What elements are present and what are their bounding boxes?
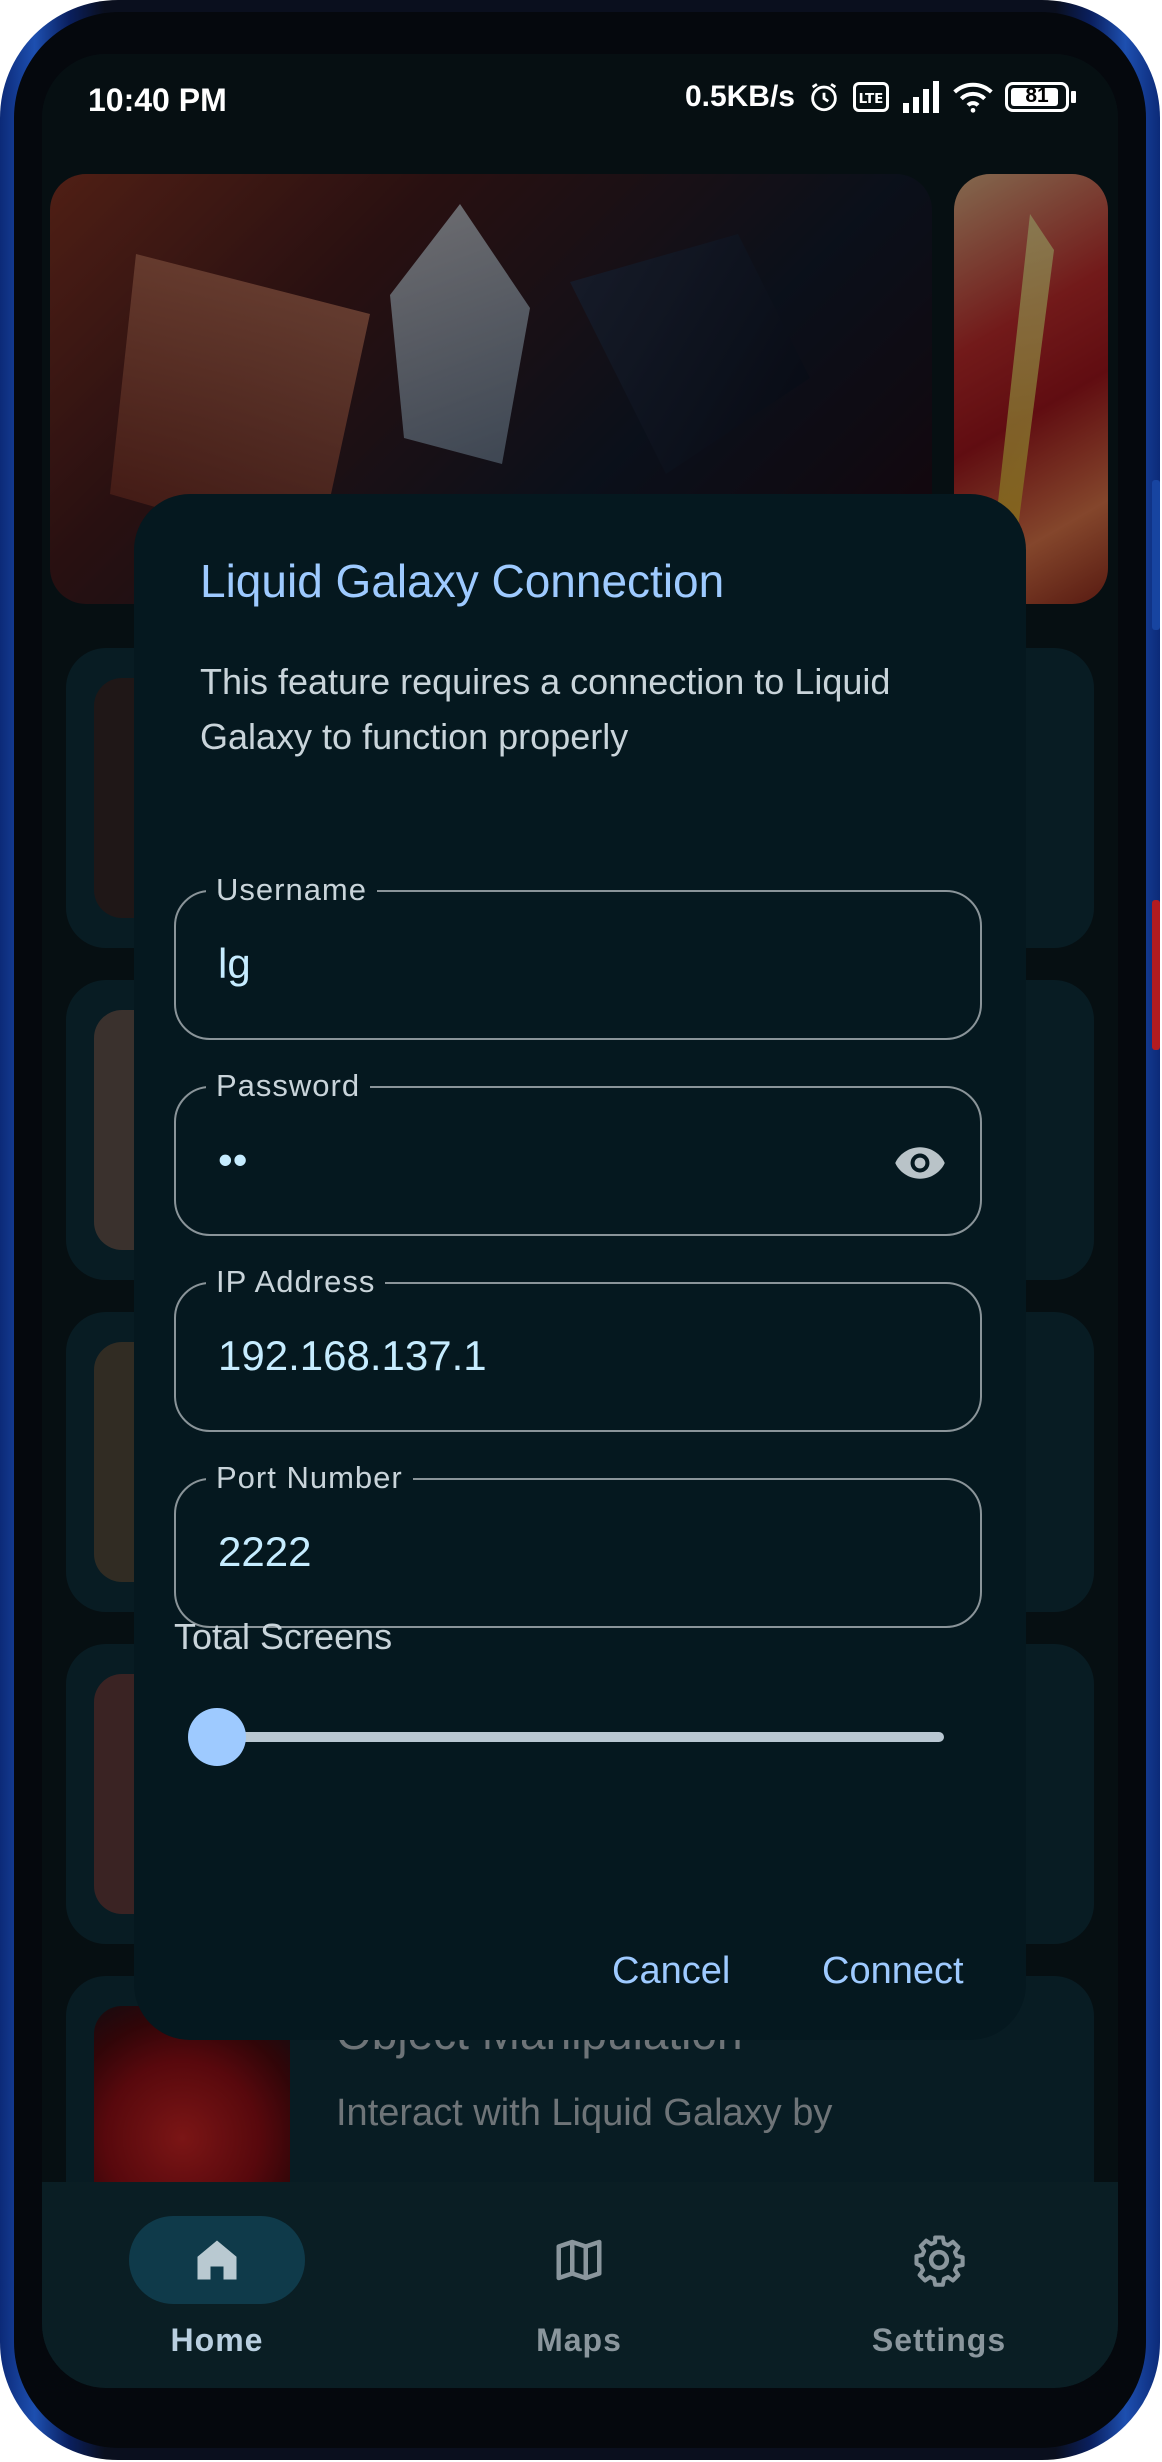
- port-number-value: 2222: [218, 1528, 312, 1575]
- nav-item-settings[interactable]: Settings: [814, 2216, 1064, 2359]
- password-field[interactable]: Password ••: [174, 1068, 982, 1236]
- ip-address-value: 192.168.137.1: [218, 1332, 487, 1379]
- ip-address-label: IP Address: [206, 1264, 386, 1300]
- network-speed: 0.5KB/s: [684, 80, 795, 113]
- volte-icon: LTE: [853, 82, 889, 112]
- nav-item-home[interactable]: Home: [92, 2216, 342, 2359]
- signal-icon: [903, 81, 939, 113]
- total-screens-label: Total Screens: [174, 1616, 393, 1657]
- username-value: lg: [218, 940, 251, 987]
- volume-button: [1152, 900, 1160, 1050]
- cancel-button[interactable]: Cancel: [612, 1950, 730, 1993]
- visibility-icon[interactable]: [890, 1136, 950, 1190]
- connection-dialog: Liquid Galaxy Connection This feature re…: [134, 494, 1026, 2040]
- status-time: 10:40 PM: [88, 82, 227, 118]
- battery-level: 81: [1025, 84, 1049, 107]
- nav-pill: [129, 2216, 305, 2304]
- screen: Object Manipulation Interact with Liquid…: [42, 54, 1118, 2388]
- gear-icon: [914, 2235, 965, 2287]
- nav-label-maps: Maps: [536, 2322, 622, 2358]
- svg-text:LTE: LTE: [859, 91, 884, 107]
- bottom-navigation: Home Maps Settings: [42, 2182, 1118, 2388]
- alarm-icon: [811, 83, 837, 112]
- nav-pill: [851, 2216, 1027, 2304]
- total-screens-slider-track[interactable]: [214, 1732, 944, 1742]
- nav-pill: [491, 2216, 667, 2304]
- status-bar: 10:40 PM 0.5KB/s LTE 81: [42, 54, 1118, 164]
- nav-label-home: Home: [170, 2322, 264, 2358]
- status-icons: 0.5KB/s LTE 81: [685, 80, 1076, 114]
- battery-icon: 81: [1005, 82, 1076, 112]
- dialog-body: This feature requires a connection to Li…: [200, 661, 891, 757]
- power-button: [1152, 480, 1160, 630]
- port-number-label: Port Number: [206, 1460, 413, 1496]
- password-value: ••: [218, 1136, 248, 1183]
- username-field[interactable]: Username lg: [174, 872, 982, 1040]
- password-label: Password: [206, 1068, 371, 1104]
- port-number-field[interactable]: Port Number 2222: [174, 1460, 982, 1628]
- username-label: Username: [206, 872, 377, 908]
- ip-address-field[interactable]: IP Address 192.168.137.1: [174, 1264, 982, 1432]
- nav-item-maps[interactable]: Maps: [454, 2216, 704, 2359]
- nav-label-settings: Settings: [871, 2322, 1007, 2358]
- map-icon: [556, 2239, 602, 2281]
- wifi-icon: [953, 82, 993, 113]
- phone-frame: Object Manipulation Interact with Liquid…: [0, 0, 1160, 2460]
- dialog-title: Liquid Galaxy Connection: [200, 555, 725, 607]
- connect-button[interactable]: Connect: [822, 1950, 964, 1993]
- home-icon: [197, 2240, 237, 2280]
- total-screens-slider-thumb[interactable]: [188, 1708, 246, 1766]
